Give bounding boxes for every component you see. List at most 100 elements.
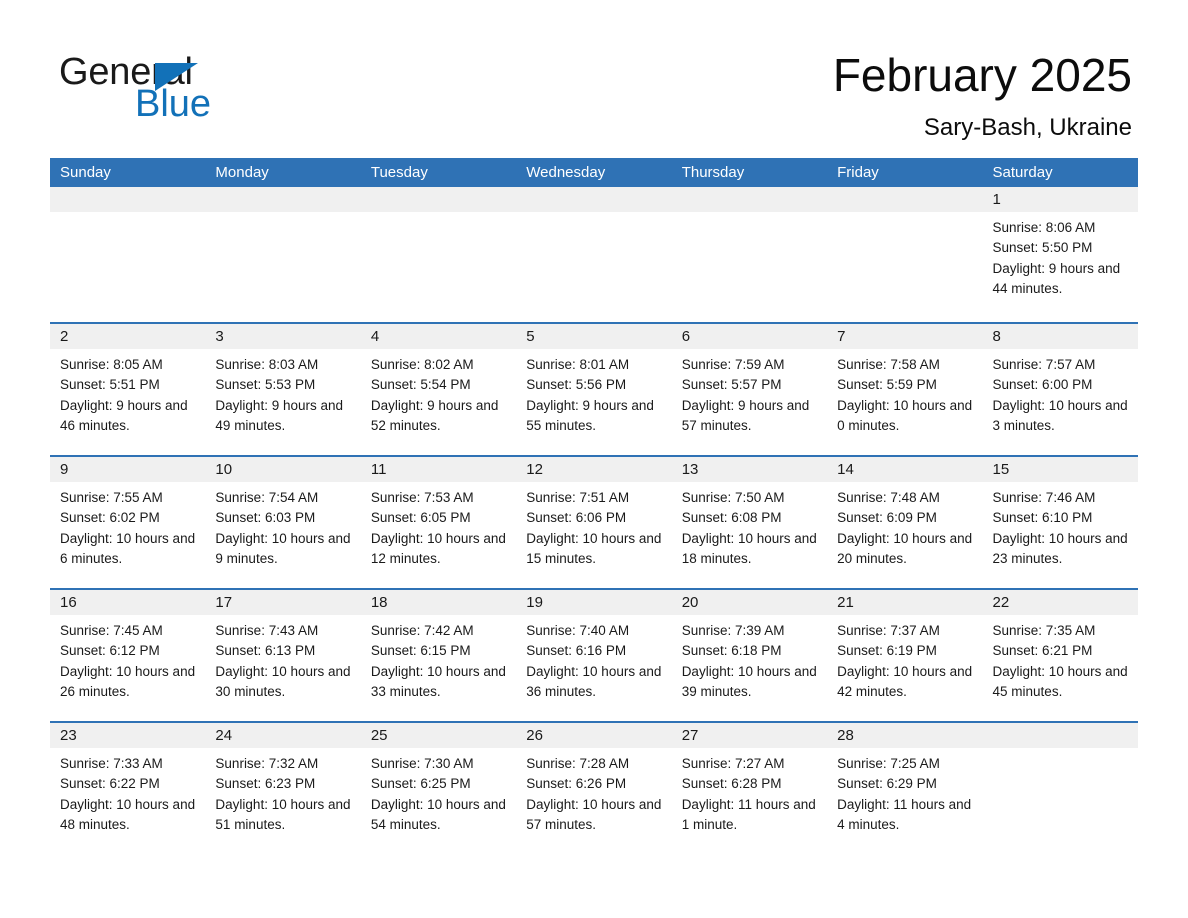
calendar-day-cell[interactable]: 15 Sunrise: 7:46 AM Sunset: 6:10 PM Dayligh… — [982, 457, 1138, 588]
calendar-day-cell[interactable]: 13 Sunrise: 7:50 AM Sunset: 6:08 PM Dayligh… — [671, 457, 828, 588]
calendar-day-cell[interactable]: 10 Sunrise: 7:54 AM Sunset: 6:03 PM Dayligh… — [205, 457, 361, 588]
calendar-day-cell[interactable]: 18 Sunrise: 7:42 AM Sunset: 6:15 PM Dayligh… — [360, 590, 517, 721]
day-sun-info: Sunrise: 7:30 AM Sunset: 6:25 PM Daylight:… — [361, 748, 516, 835]
calendar-day-cell[interactable]: 25 Sunrise: 7:30 AM Sunset: 6:25 PM Dayligh… — [360, 723, 517, 854]
daylight-text: Daylight: 10 hours and 20 minutes. — [837, 530, 973, 566]
sunrise-text: Sunrise: 7:35 AM — [992, 623, 1096, 638]
sunset-text: Sunset: 5:51 PM — [60, 377, 160, 393]
title-block: February 2025 Sary-Bash, Ukraine — [833, 48, 1132, 142]
calendar-day-cell-empty — [516, 187, 672, 322]
day-sun-info: Sunrise: 8:05 AM Sunset: 5:51 PM Daylight:… — [50, 349, 205, 436]
sunrise-text: Sunrise: 7:25 AM — [837, 756, 940, 771]
calendar-day-cell[interactable]: 21 Sunrise: 7:37 AM Sunset: 6:19 PM Dayligh… — [827, 590, 983, 721]
sunrise-text: Sunrise: 7:27 AM — [681, 756, 785, 771]
calendar-day-cell[interactable]: 8 Sunrise: 7:57 AM Sunset: 6:00 PM Daylight… — [982, 324, 1138, 455]
daylight-text: Daylight: 10 hours and 57 minutes. — [526, 796, 662, 832]
day-number: 25 — [360, 723, 517, 748]
sunset-text: Sunset: 6:28 PM — [681, 776, 782, 792]
calendar-day-cell[interactable]: 19 Sunrise: 7:40 AM Sunset: 6:16 PM Dayligh… — [516, 590, 672, 721]
sunrise-text: Sunrise: 7:58 AM — [837, 357, 940, 372]
calendar-day-cell[interactable]: 26 Sunrise: 7:28 AM Sunset: 6:26 PM Dayligh… — [516, 723, 672, 854]
calendar-day-cell[interactable]: 28 Sunrise: 7:25 AM Sunset: 6:29 PM Dayligh… — [827, 723, 983, 854]
day-number — [360, 187, 517, 212]
daylight-text: Daylight: 9 hours and 55 minutes. — [526, 397, 654, 433]
calendar-day-cell[interactable]: 6 Sunrise: 7:59 AM Sunset: 5:57 PM Daylight… — [671, 324, 828, 455]
day-of-week-sunday: Sunday — [60, 164, 111, 181]
sunrise-text: Sunrise: 8:05 AM — [60, 357, 163, 372]
calendar-day-cell-empty — [982, 723, 1138, 854]
day-of-week-monday: Monday — [215, 164, 269, 181]
calendar-week-row: 1 Sunrise: 8:06 AM Sunset: 5:50 PM Daylight… — [50, 187, 1138, 322]
calendar-day-cell[interactable]: 5 Sunrise: 8:01 AM Sunset: 5:56 PM Daylight… — [516, 324, 672, 455]
calendar-day-cell[interactable]: 14 Sunrise: 7:48 AM Sunset: 6:09 PM Dayligh… — [827, 457, 983, 588]
calendar-day-cell[interactable]: 24 Sunrise: 7:32 AM Sunset: 6:23 PM Dayligh… — [205, 723, 361, 854]
calendar-day-cell[interactable]: 22 Sunrise: 7:35 AM Sunset: 6:21 PM Dayligh… — [982, 590, 1138, 721]
sunset-text: Sunset: 5:50 PM — [992, 240, 1093, 256]
day-number: 12 — [516, 457, 672, 482]
sunset-text: Sunset: 6:16 PM — [526, 643, 627, 659]
sunrise-text: Sunrise: 7:51 AM — [526, 490, 630, 505]
calendar-page: General Blue February 2025 Sary-Bash, Uk… — [0, 0, 1188, 918]
sunrise-text: Sunrise: 7:45 AM — [60, 623, 163, 638]
calendar-day-cell[interactable]: 7 Sunrise: 7:58 AM Sunset: 5:59 PM Daylight… — [827, 324, 983, 455]
sunrise-text: Sunrise: 7:54 AM — [215, 490, 319, 505]
sunrise-text: Sunrise: 7:28 AM — [526, 756, 630, 771]
sunrise-text: Sunrise: 7:32 AM — [215, 756, 319, 771]
sunset-text: Sunset: 5:57 PM — [681, 377, 782, 393]
calendar-day-cell[interactable]: 16 Sunrise: 7:45 AM Sunset: 6:12 PM Dayligh… — [50, 590, 206, 721]
daylight-text: Daylight: 10 hours and 3 minutes. — [992, 397, 1128, 433]
location-subtitle: Sary-Bash, Ukraine — [923, 114, 1132, 141]
day-number: 16 — [50, 590, 206, 615]
sunrise-text: Sunrise: 7:40 AM — [526, 623, 630, 638]
day-of-week-friday: Friday — [837, 164, 879, 181]
calendar-day-cell[interactable]: 1 Sunrise: 8:06 AM Sunset: 5:50 PM Daylight… — [982, 187, 1138, 322]
sunrise-text: Sunrise: 7:42 AM — [370, 623, 474, 638]
day-of-week-wednesday: Wednesday — [526, 164, 606, 181]
calendar-weeks: 1 Sunrise: 8:06 AM Sunset: 5:50 PM Daylight… — [50, 187, 1138, 854]
calendar-week-row: 9 Sunrise: 7:55 AM Sunset: 6:02 PM Daylight… — [50, 455, 1138, 588]
day-number — [205, 187, 361, 212]
generalblue-logo[interactable]: General Blue — [59, 52, 319, 128]
calendar-day-cell[interactable]: 2 Sunrise: 8:05 AM Sunset: 5:51 PM Daylight… — [50, 324, 206, 455]
sunrise-text: Sunrise: 8:01 AM — [526, 357, 630, 372]
sunset-text: Sunset: 6:21 PM — [992, 643, 1093, 659]
sunrise-text: Sunrise: 8:02 AM — [370, 357, 474, 372]
day-number: 20 — [671, 590, 828, 615]
calendar-day-cell[interactable]: 11 Sunrise: 7:53 AM Sunset: 6:05 PM Dayligh… — [360, 457, 517, 588]
day-number: 14 — [827, 457, 983, 482]
calendar-day-cell[interactable]: 17 Sunrise: 7:43 AM Sunset: 6:13 PM Dayligh… — [205, 590, 361, 721]
day-number: 21 — [827, 590, 983, 615]
sunset-text: Sunset: 6:26 PM — [526, 776, 627, 792]
calendar-day-cell[interactable]: 3 Sunrise: 8:03 AM Sunset: 5:53 PM Daylight… — [205, 324, 361, 455]
calendar-day-cell[interactable]: 12 Sunrise: 7:51 AM Sunset: 6:06 PM Dayligh… — [516, 457, 672, 588]
calendar-day-cell-empty — [671, 187, 828, 322]
calendar-day-cell[interactable]: 4 Sunrise: 8:02 AM Sunset: 5:54 PM Daylight… — [360, 324, 517, 455]
day-sun-info: Sunrise: 7:59 AM Sunset: 5:57 PM Daylight:… — [672, 349, 827, 436]
sunrise-text: Sunrise: 7:55 AM — [60, 490, 163, 505]
daylight-text: Daylight: 10 hours and 42 minutes. — [837, 663, 973, 699]
sunrise-text: Sunrise: 7:53 AM — [370, 490, 474, 505]
sunset-text: Sunset: 6:15 PM — [370, 643, 471, 659]
day-number: 10 — [205, 457, 361, 482]
day-number: 28 — [827, 723, 983, 748]
day-sun-info: Sunrise: 7:37 AM Sunset: 6:19 PM Daylight:… — [827, 615, 982, 702]
calendar-day-cell[interactable]: 27 Sunrise: 7:27 AM Sunset: 6:28 PM Dayligh… — [671, 723, 828, 854]
day-number: 19 — [516, 590, 672, 615]
calendar-week-row: 16 Sunrise: 7:45 AM Sunset: 6:12 PM Dayligh… — [50, 588, 1138, 721]
daylight-text: Daylight: 11 hours and 1 minute. — [681, 796, 816, 832]
calendar-day-cell[interactable]: 9 Sunrise: 7:55 AM Sunset: 6:02 PM Daylight… — [50, 457, 206, 588]
sunrise-text: Sunrise: 8:03 AM — [215, 357, 319, 372]
daylight-text: Daylight: 10 hours and 45 minutes. — [992, 663, 1128, 699]
daylight-text: Daylight: 9 hours and 57 minutes. — [681, 397, 810, 433]
day-sun-info: Sunrise: 7:43 AM Sunset: 6:13 PM Daylight:… — [205, 615, 360, 702]
sunrise-text: Sunrise: 7:48 AM — [837, 490, 940, 505]
day-number: 17 — [205, 590, 361, 615]
sunrise-text: Sunrise: 7:50 AM — [681, 490, 785, 505]
calendar-day-cell[interactable]: 23 Sunrise: 7:33 AM Sunset: 6:22 PM Dayligh… — [50, 723, 206, 854]
sunrise-text: Sunrise: 7:37 AM — [837, 623, 940, 638]
daylight-text: Daylight: 10 hours and 0 minutes. — [837, 397, 973, 433]
calendar-day-cell[interactable]: 20 Sunrise: 7:39 AM Sunset: 6:18 PM Dayligh… — [671, 590, 828, 721]
day-sun-info: Sunrise: 7:32 AM Sunset: 6:23 PM Daylight:… — [205, 748, 360, 835]
day-sun-info: Sunrise: 7:51 AM Sunset: 6:06 PM Daylight:… — [516, 482, 671, 569]
sunset-text: Sunset: 6:08 PM — [681, 510, 782, 526]
